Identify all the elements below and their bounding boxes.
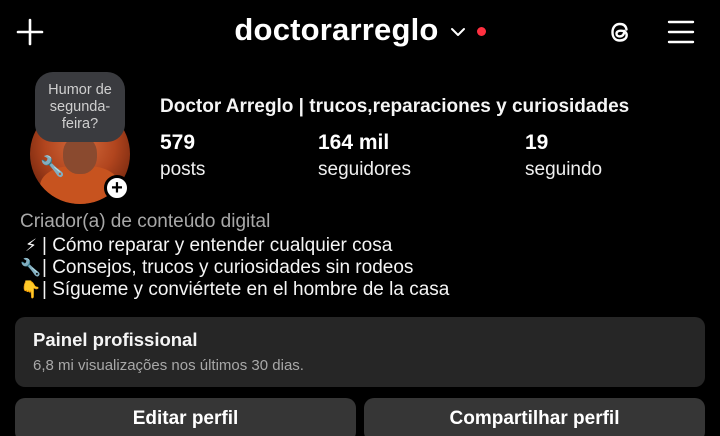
wrench-icon: 🔧 xyxy=(20,258,42,278)
category-label: Criador(a) de conteúdo digital xyxy=(20,211,271,232)
edit-profile-button[interactable]: Editar perfil xyxy=(15,398,356,436)
bio-line: 🔧 | Consejos, trucos y curiosidades sin … xyxy=(20,257,449,279)
dashboard-subtitle: 6,8 mi visualizações nos últimos 30 dias… xyxy=(33,357,304,374)
top-bar: doctorarreglo xyxy=(0,0,720,64)
note-bubble[interactable]: Humor de segunda-feira? xyxy=(35,72,125,142)
stat-label: posts xyxy=(160,159,206,180)
stat-label: seguindo xyxy=(525,159,603,180)
hamburger-menu-icon[interactable] xyxy=(665,16,697,48)
stat-following[interactable]: 19 seguindo xyxy=(525,131,602,181)
bio-text: | Sígueme y conviértete en el hombre de … xyxy=(42,279,450,300)
bio: ⚡ | Cómo reparar y entender cualquier co… xyxy=(20,235,449,301)
stat-value: 164 mil xyxy=(318,131,390,154)
plus-icon: + xyxy=(111,177,123,199)
stat-followers[interactable]: 164 mil seguidores xyxy=(318,131,411,181)
pointing-down-icon: 👇 xyxy=(20,280,42,300)
bio-text: | Cómo reparar y entender cualquier cosa xyxy=(42,235,393,256)
stat-label: seguidores xyxy=(318,159,411,180)
stat-value: 19 xyxy=(525,131,549,154)
share-profile-button[interactable]: Compartilhar perfil xyxy=(364,398,705,436)
stat-value: 579 xyxy=(160,131,196,154)
stat-posts[interactable]: 579 posts xyxy=(160,131,205,181)
username[interactable]: doctorarreglo xyxy=(234,12,438,48)
bio-text: | Consejos, trucos y curiosidades sin ro… xyxy=(42,257,414,278)
note-text: Humor de segunda-feira? xyxy=(48,81,112,132)
full-name: Doctor Arreglo | trucos,reparaciones y c… xyxy=(160,96,630,117)
bio-line: 👇 | Sígueme y conviértete en el hombre d… xyxy=(20,279,449,301)
add-story-button[interactable]: + xyxy=(104,175,130,201)
bio-line: ⚡ | Cómo reparar y entender cualquier co… xyxy=(20,235,449,257)
chevron-down-icon[interactable] xyxy=(449,23,467,41)
dashboard-title: Painel profissional xyxy=(33,329,198,350)
professional-dashboard[interactable]: Painel profissional 6,8 mi visualizações… xyxy=(15,317,705,387)
wrench-icon: 🔧 xyxy=(40,156,65,178)
lightning-icon: ⚡ xyxy=(25,236,37,256)
threads-icon[interactable] xyxy=(604,16,636,48)
notification-dot xyxy=(476,26,486,36)
